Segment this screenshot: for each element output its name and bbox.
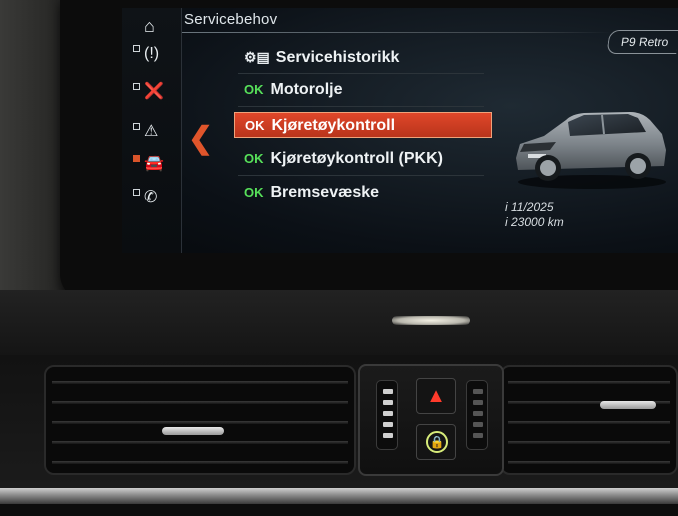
air-vent-right[interactable]: [500, 365, 678, 475]
due-date: i 11/2025: [505, 200, 554, 214]
vent-wheel-left[interactable]: [376, 380, 398, 450]
list-divider: [238, 175, 484, 176]
dashboard-middle: [0, 290, 678, 360]
vent-slat: [508, 421, 670, 424]
list-divider: [238, 73, 484, 74]
vent-adjuster-knob[interactable]: [162, 427, 224, 435]
due-distance: i 23000 km: [505, 215, 564, 229]
rail-teleservice-button[interactable]: ✆: [132, 184, 172, 212]
infotainment-screen: ⌂ (!) ❌ ⚠ 🚘 ✆ Servicebehov P9 Retro ❮ ⚙▤…: [122, 8, 678, 253]
rail-warning-button[interactable]: ⚠: [132, 118, 172, 146]
side-menu-rail: ⌂ (!) ❌ ⚠ 🚘 ✆: [122, 8, 182, 253]
chrome-trim: [0, 488, 678, 504]
hazard-lights-button[interactable]: ▲: [416, 378, 456, 414]
menu-item-brake-fluid[interactable]: OK Bremsevæske: [234, 180, 492, 206]
lock-icon: 🔒: [426, 431, 448, 453]
home-button[interactable]: ⌂: [132, 12, 172, 40]
oil-can-icon: ❌: [144, 83, 164, 100]
rail-oil-button[interactable]: ❌: [132, 78, 172, 106]
airflow-indicator: [383, 389, 393, 444]
rail-indicator: [133, 45, 140, 52]
dashboard-lower-edge: [0, 504, 678, 516]
rail-indicator: [133, 123, 140, 130]
ambient-light: [392, 316, 470, 325]
tire-pressure-icon: (!): [144, 45, 160, 62]
menu-item-label: Servicehistorikk: [275, 49, 400, 66]
central-lock-button[interactable]: 🔒: [416, 424, 456, 460]
vent-slat: [508, 441, 670, 444]
vent-slat: [508, 381, 670, 384]
rail-tire-pressure-button[interactable]: (!): [132, 40, 172, 68]
hazard-triangle-icon: ▲: [426, 385, 446, 407]
back-chevron-icon[interactable]: ❮: [188, 124, 213, 154]
vent-wheel-right[interactable]: [466, 380, 488, 450]
menu-item-label: Kjøretøykontroll (PKK): [270, 150, 443, 167]
menu-item-label: Motorolje: [270, 81, 343, 98]
rail-service-button[interactable]: 🚘: [132, 150, 172, 178]
vent-slat: [52, 381, 348, 384]
page-title: Servicebehov: [184, 11, 278, 28]
vent-slat: [52, 461, 348, 464]
vent-adjuster-knob[interactable]: [600, 401, 656, 409]
status-badge: OK: [244, 82, 264, 97]
vent-slat: [508, 461, 670, 464]
status-badge: OK: [245, 118, 265, 133]
vent-slat: [52, 401, 348, 404]
menu-item-history[interactable]: ⚙▤ Servicehistorikk: [234, 44, 492, 74]
airflow-indicator: [473, 389, 483, 444]
vent-slat: [52, 441, 348, 444]
center-control-cluster: ▲ 🔒: [358, 364, 504, 476]
service-history-icon: ⚙▤: [244, 49, 270, 65]
rail-indicator-active: [133, 155, 140, 162]
menu-item-label: Bremsevæske: [270, 184, 380, 201]
status-badge: OK: [244, 185, 264, 200]
warning-triangle-icon: ⚠: [144, 123, 159, 140]
vent-slat: [52, 421, 348, 424]
rail-indicator: [133, 83, 140, 90]
air-vent-left[interactable]: [44, 365, 356, 475]
list-divider: [238, 106, 484, 107]
menu-item-label: Kjøretøykontroll: [271, 117, 396, 134]
title-divider: [182, 32, 612, 33]
menu-item-vehicle-check-pkk[interactable]: OK Kjøretøykontroll (PKK): [234, 146, 492, 176]
preset-badge[interactable]: P9 Retro: [606, 30, 678, 54]
car-image: [516, 112, 666, 189]
next-service-due: i 11/2025 i 23000 km: [505, 200, 564, 230]
menu-item-engine-oil[interactable]: OK Motorolje: [234, 77, 492, 107]
phone-service-icon: ✆: [144, 189, 158, 206]
menu-item-vehicle-check[interactable]: OK Kjøretøykontroll: [234, 112, 492, 138]
home-icon: ⌂: [144, 16, 155, 36]
status-badge: OK: [244, 151, 264, 166]
rail-indicator: [133, 189, 140, 196]
car-service-icon: 🚘: [144, 155, 164, 172]
